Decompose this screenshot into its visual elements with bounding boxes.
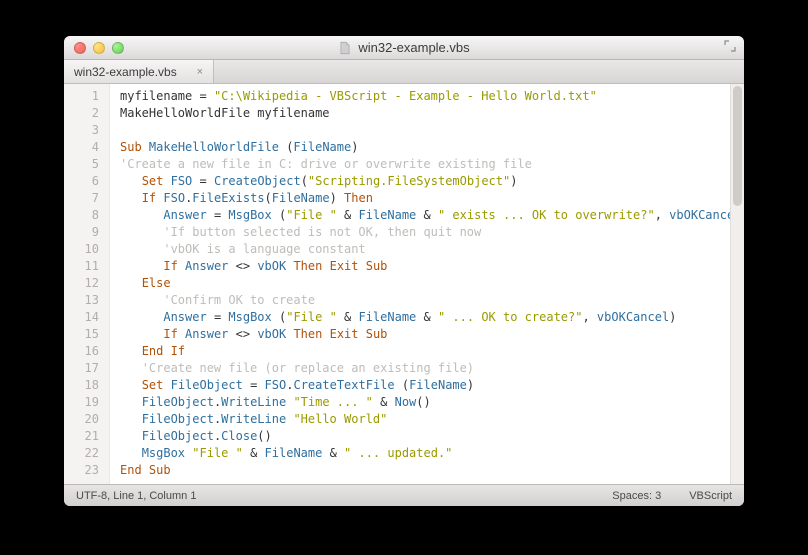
traffic-lights [74,42,124,54]
zoom-window-button[interactable] [112,42,124,54]
code-line[interactable]: End Sub [120,462,730,479]
code-line[interactable]: 'Confirm OK to create [120,292,730,309]
code-line[interactable]: 'If button selected is not OK, then quit… [120,224,730,241]
code-line[interactable]: Else [120,275,730,292]
code-line[interactable]: 'Create a new file in C: drive or overwr… [120,156,730,173]
code-line[interactable]: 'Create new file (or replace an existing… [120,360,730,377]
line-number: 13 [68,292,99,309]
status-spaces[interactable]: Spaces: 3 [612,490,661,502]
status-bar: UTF-8, Line 1, Column 1 Spaces: 3 VBScri… [64,484,744,506]
code-line[interactable]: Answer = MsgBox ("File " & FileName & " … [120,207,730,224]
editor-window: win32-example.vbs win32-example.vbs × 12… [64,36,744,506]
line-number: 14 [68,309,99,326]
line-number: 9 [68,224,99,241]
line-number: 7 [68,190,99,207]
code-line[interactable]: FileObject.WriteLine "Time ... " & Now() [120,394,730,411]
line-number: 12 [68,275,99,292]
tab-bar: win32-example.vbs × [64,60,744,84]
code-line[interactable]: 'vbOK is a language constant [120,241,730,258]
line-number: 15 [68,326,99,343]
line-number: 18 [68,377,99,394]
line-number: 8 [68,207,99,224]
status-position[interactable]: UTF-8, Line 1, Column 1 [76,490,196,502]
editor-area: 1234567891011121314151617181920212223 my… [64,84,744,484]
tab-label: win32-example.vbs [74,65,177,79]
titlebar[interactable]: win32-example.vbs [64,36,744,60]
line-number: 1 [68,88,99,105]
code-line[interactable]: If Answer <> vbOK Then Exit Sub [120,326,730,343]
tab-file[interactable]: win32-example.vbs × [64,60,214,83]
line-number: 5 [68,156,99,173]
close-window-button[interactable] [74,42,86,54]
status-language[interactable]: VBScript [689,490,732,502]
code-line[interactable]: End If [120,343,730,360]
code-line[interactable]: MsgBox "File " & FileName & " ... update… [120,445,730,462]
code-line[interactable]: If FSO.FileExists(FileName) Then [120,190,730,207]
code-line[interactable]: If Answer <> vbOK Then Exit Sub [120,258,730,275]
line-number: 11 [68,258,99,275]
scrollbar-thumb[interactable] [733,86,742,206]
file-icon [338,41,352,55]
code-line[interactable] [120,122,730,139]
fullscreen-icon[interactable] [724,40,736,55]
code-line[interactable]: Answer = MsgBox ("File " & FileName & " … [120,309,730,326]
line-number: 10 [68,241,99,258]
code-line[interactable]: Set FileObject = FSO.CreateTextFile (Fil… [120,377,730,394]
code-content[interactable]: myfilename = "C:\Wikipedia - VBScript - … [110,84,730,484]
code-line[interactable]: Set FSO = CreateObject("Scripting.FileSy… [120,173,730,190]
code-line[interactable]: FileObject.WriteLine "Hello World" [120,411,730,428]
code-line[interactable]: MakeHelloWorldFile myfilename [120,105,730,122]
window-title-text: win32-example.vbs [358,40,469,55]
line-number-gutter: 1234567891011121314151617181920212223 [64,84,110,484]
vertical-scrollbar[interactable] [730,84,744,484]
minimize-window-button[interactable] [93,42,105,54]
code-line[interactable]: Sub MakeHelloWorldFile (FileName) [120,139,730,156]
line-number: 3 [68,122,99,139]
line-number: 17 [68,360,99,377]
tab-close-icon[interactable]: × [197,66,203,78]
code-line[interactable]: FileObject.Close() [120,428,730,445]
line-number: 6 [68,173,99,190]
line-number: 4 [68,139,99,156]
line-number: 2 [68,105,99,122]
line-number: 23 [68,462,99,479]
line-number: 19 [68,394,99,411]
line-number: 21 [68,428,99,445]
line-number: 20 [68,411,99,428]
code-line[interactable]: myfilename = "C:\Wikipedia - VBScript - … [120,88,730,105]
window-title: win32-example.vbs [64,40,744,55]
line-number: 22 [68,445,99,462]
line-number: 16 [68,343,99,360]
